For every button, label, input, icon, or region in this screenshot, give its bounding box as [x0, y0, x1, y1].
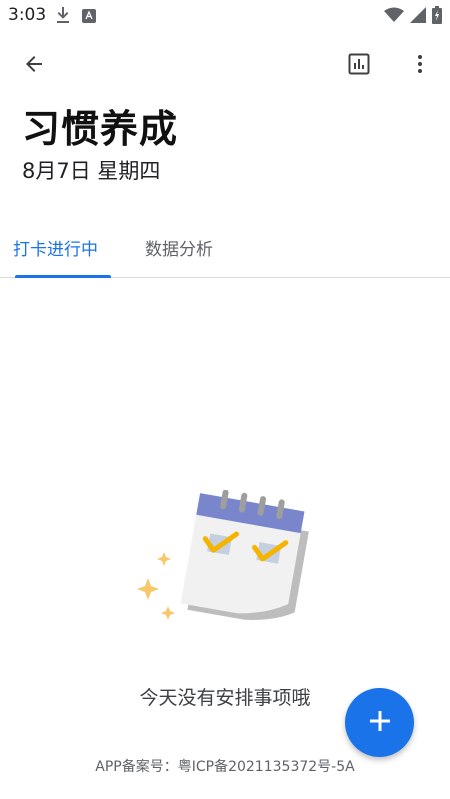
status-time: 3:03	[8, 5, 47, 25]
plus-icon	[369, 710, 391, 736]
add-habit-button[interactable]	[345, 688, 414, 757]
calendar-check-illustration	[134, 489, 314, 630]
status-icons-right	[384, 6, 442, 28]
wifi-icon	[384, 7, 404, 27]
tab-bar: 打卡进行中 数据分析	[0, 218, 450, 278]
status-bar: 3:03	[0, 0, 450, 30]
tab-indicator	[15, 275, 111, 278]
tab-in-progress-label: 打卡进行中	[13, 240, 98, 260]
status-icons-left	[56, 6, 96, 28]
icp-registration: APP备案号：粤ICP备2021135372号-5A	[95, 759, 355, 775]
arrow-back-icon	[22, 52, 46, 80]
app-bar	[0, 40, 450, 90]
signal-icon	[410, 7, 426, 27]
download-icon	[56, 6, 70, 28]
statistics-button[interactable]	[341, 48, 377, 84]
tab-in-progress[interactable]: 打卡进行中	[0, 218, 111, 277]
battery-icon	[432, 6, 442, 28]
page-title: 习惯养成	[22, 107, 179, 151]
page-date: 8月7日 星期四	[22, 159, 161, 183]
bar-chart-icon	[347, 52, 371, 80]
back-button[interactable]	[16, 48, 52, 84]
tab-data-analysis[interactable]: 数据分析	[128, 218, 230, 277]
more-options-button[interactable]	[402, 48, 438, 84]
android-icon	[82, 8, 96, 27]
more-vert-icon	[408, 52, 432, 80]
tab-data-analysis-label: 数据分析	[145, 240, 213, 260]
